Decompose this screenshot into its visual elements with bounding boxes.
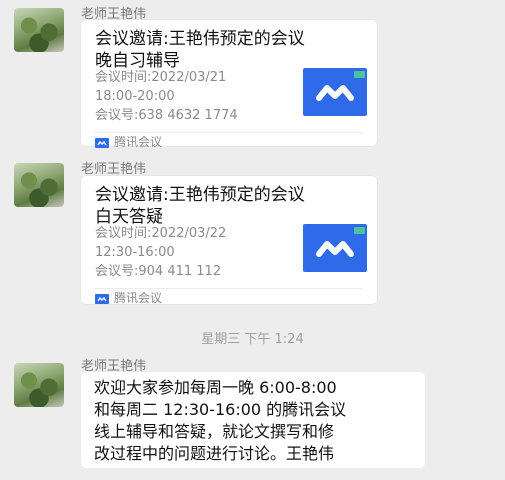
app-name: 腾讯会议 bbox=[114, 135, 163, 149]
message-line: 线上辅导和答疑，就论文撰写和修 bbox=[94, 422, 335, 441]
avatar[interactable] bbox=[14, 8, 64, 52]
meeting-time: 会议时间:2022/03/22 bbox=[95, 226, 227, 241]
meeting-time-range: 12:30-16:00 bbox=[95, 245, 175, 260]
text-message-bubble[interactable]: 欢迎大家参加每周一晚 6:00-8:00 和每周二 12:30-16:00 的腾… bbox=[81, 372, 425, 468]
avatar[interactable] bbox=[14, 163, 64, 207]
card-title-line: 会议邀请:王艳伟预定的会议 bbox=[95, 185, 305, 205]
card-app-footer: 腾讯会议 bbox=[95, 133, 162, 150]
chat-timestamp: 星期三 下午 1:24 bbox=[201, 332, 304, 347]
message-text: 欢迎大家参加每周一晚 6:00-8:00 和每周二 12:30-16:00 的腾… bbox=[94, 377, 420, 465]
tencent-meeting-mini-icon bbox=[95, 293, 109, 304]
meeting-invite-card[interactable]: 会议邀请:王艳伟预定的会议 晚自习辅导 会议时间:2022/03/21 18:0… bbox=[81, 20, 377, 149]
tencent-meeting-icon bbox=[303, 224, 367, 272]
card-info: 会议时间:2022/03/21 18:00-20:00 会议号:638 4632… bbox=[95, 68, 238, 125]
card-title-line: 会议邀请:王艳伟预定的会议 bbox=[95, 29, 305, 49]
tencent-meeting-mini-icon bbox=[95, 137, 109, 148]
app-name: 腾讯会议 bbox=[114, 291, 163, 305]
meeting-invite-card[interactable]: 会议邀请:王艳伟预定的会议 白天答疑 会议时间:2022/03/22 12:30… bbox=[81, 176, 377, 306]
message-line: 欢迎大家参加每周一晚 6:00-8:00 bbox=[94, 378, 337, 397]
meeting-id: 会议号:638 4632 1774 bbox=[95, 108, 238, 123]
meeting-time-range: 18:00-20:00 bbox=[95, 89, 175, 104]
meeting-id: 会议号:904 411 112 bbox=[95, 264, 222, 279]
sender-name: 老师王艳伟 bbox=[81, 162, 147, 177]
message-line: 改过程中的问题进行讨论。王艳伟 bbox=[94, 444, 335, 463]
card-info: 会议时间:2022/03/22 12:30-16:00 会议号:904 411 … bbox=[95, 224, 226, 281]
message-line: 和每周二 12:30-16:00 的腾讯会议 bbox=[94, 400, 347, 419]
card-title: 会议邀请:王艳伟预定的会议 晚自习辅导 bbox=[95, 28, 365, 72]
card-app-footer: 腾讯会议 bbox=[95, 289, 162, 306]
avatar[interactable] bbox=[14, 363, 64, 407]
card-title: 会议邀请:王艳伟预定的会议 白天答疑 bbox=[95, 184, 365, 228]
meeting-time: 会议时间:2022/03/21 bbox=[95, 70, 227, 85]
tencent-meeting-icon bbox=[303, 68, 367, 116]
